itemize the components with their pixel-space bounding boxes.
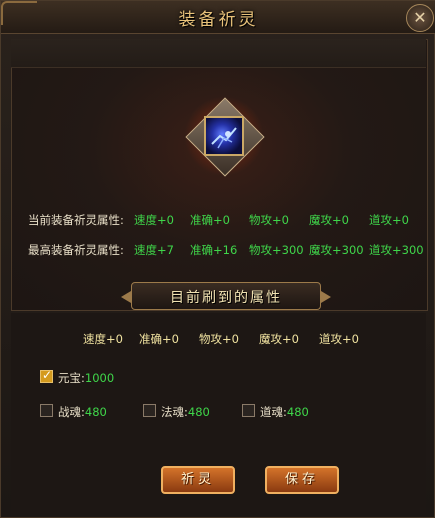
refreshed-attr-magic: 魔攻+0 bbox=[259, 332, 299, 346]
current-attrs-label: 当前装备祈灵属性: bbox=[28, 213, 124, 227]
current-refresh-banner: 目前刷到的属性 bbox=[121, 282, 331, 310]
refreshed-attr-accuracy: 准确+0 bbox=[139, 332, 179, 346]
current-attr-accuracy: 准确+0 bbox=[190, 213, 230, 227]
save-button[interactable]: 保存 bbox=[265, 466, 339, 494]
max-attrs-label: 最高装备祈灵属性: bbox=[28, 243, 124, 257]
max-attr-physical: 物攻+300 bbox=[249, 243, 304, 257]
max-attr-taoist: 道攻+300 bbox=[369, 243, 424, 257]
panel-header-strip bbox=[11, 39, 426, 68]
yuanbao-cost: 元宝:1000 bbox=[58, 371, 115, 385]
fahun-cost: 法魂:480 bbox=[161, 405, 210, 419]
daohun-cost: 道魂:480 bbox=[260, 405, 309, 419]
daohun-checkbox[interactable] bbox=[242, 404, 255, 417]
title-bar[interactable]: 装备祈灵 ✕ bbox=[1, 1, 435, 34]
fahun-checkbox[interactable] bbox=[143, 404, 156, 417]
zhanhun-label: 战魂 bbox=[58, 405, 81, 419]
current-attr-physical: 物攻+0 bbox=[249, 213, 289, 227]
max-attr-speed: 速度+7 bbox=[134, 243, 174, 257]
window-title: 装备祈灵 bbox=[178, 10, 259, 30]
current-attr-magic: 魔攻+0 bbox=[309, 213, 349, 227]
daohun-label: 道魂 bbox=[260, 405, 283, 419]
banner-right-ornament-icon bbox=[321, 291, 331, 303]
equipment-pray-window: 装备祈灵 ✕ 当前装备祈灵属性: 速度+0 准确+0 物攻+0 魔攻+0 道攻+… bbox=[0, 0, 435, 518]
current-attr-taoist: 道攻+0 bbox=[369, 213, 409, 227]
banner-title: 目前刷到的属性 bbox=[170, 290, 282, 306]
max-attr-magic: 魔攻+300 bbox=[309, 243, 364, 257]
refreshed-attr-speed: 速度+0 bbox=[83, 332, 123, 346]
daohun-value: 480 bbox=[286, 405, 309, 419]
yuanbao-label: 元宝 bbox=[58, 371, 81, 385]
refreshed-attr-physical: 物攻+0 bbox=[199, 332, 239, 346]
close-button[interactable]: ✕ bbox=[406, 4, 434, 32]
yuanbao-value: 1000 bbox=[84, 371, 115, 385]
zhanhun-cost: 战魂:480 bbox=[58, 405, 107, 419]
yuanbao-checkbox[interactable] bbox=[40, 368, 53, 383]
zhanhun-value: 480 bbox=[84, 405, 107, 419]
zhanhun-checkbox[interactable] bbox=[40, 404, 53, 417]
blue-crystal-equipment-icon[interactable] bbox=[204, 116, 244, 156]
banner-left-ornament-icon bbox=[121, 291, 131, 303]
max-attrs-row: 最高装备祈灵属性: 速度+7 准确+16 物攻+300 魔攻+300 道攻+30… bbox=[28, 242, 428, 260]
fahun-label: 法魂 bbox=[161, 405, 184, 419]
current-attrs-row: 当前装备祈灵属性: 速度+0 准确+0 物攻+0 魔攻+0 道攻+0 bbox=[28, 212, 428, 230]
pray-button[interactable]: 祈灵 bbox=[161, 466, 235, 494]
refreshed-attr-taoist: 道攻+0 bbox=[319, 332, 359, 346]
max-attr-accuracy: 准确+16 bbox=[190, 243, 238, 257]
fahun-value: 480 bbox=[187, 405, 210, 419]
current-attr-speed: 速度+0 bbox=[134, 213, 174, 227]
